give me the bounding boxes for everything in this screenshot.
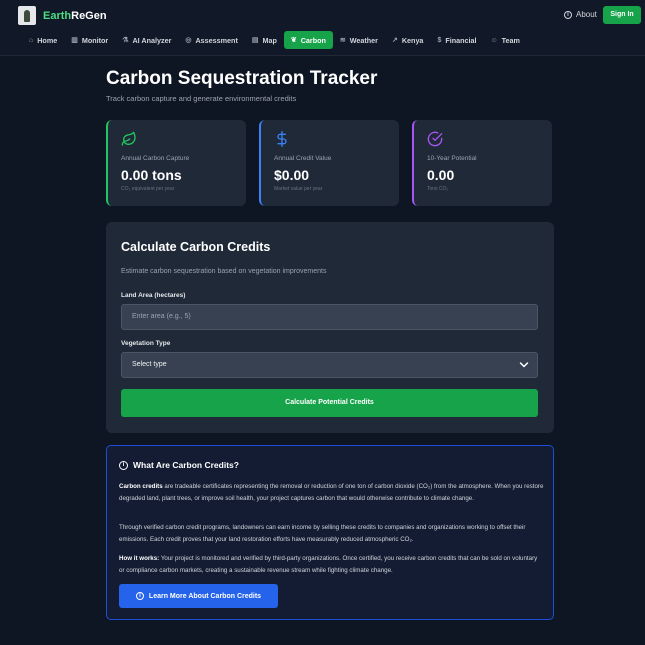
nav-label: Map: [262, 35, 277, 45]
calculate-credits-button[interactable]: Calculate Potential Credits: [121, 389, 538, 417]
info-icon: i: [564, 10, 572, 19]
page-title: Carbon Sequestration Tracker: [106, 68, 378, 89]
nav-item-weather[interactable]: ≋ Weather: [333, 31, 385, 49]
stat-card-ten-year-potential: 10-Year Potential 0.00 Tons CO₂: [412, 120, 552, 206]
nav-label: Weather: [349, 35, 378, 45]
nav-label: Assessment: [195, 35, 238, 45]
info-icon: i: [135, 592, 144, 600]
about-link[interactable]: i About: [564, 10, 597, 19]
wind-icon: ≋: [339, 37, 346, 44]
vegetation-type-value: Select type: [132, 361, 167, 368]
stat-label: 10-Year Potential: [427, 155, 477, 162]
calculator-title: Calculate Carbon Credits: [121, 240, 271, 254]
stat-sublabel: CO₂ equivalent per year: [121, 186, 175, 192]
calculator-card: Calculate Carbon Credits Estimate carbon…: [106, 222, 554, 433]
info-text: are tradeable certificates representing …: [119, 483, 544, 502]
nav-label: Team: [501, 35, 520, 45]
stat-value: 0.00 tons: [121, 167, 182, 183]
leaf-icon: [121, 131, 137, 151]
info-paragraph-1: Carbon credits are tradeable certificate…: [119, 481, 544, 504]
main-nav: ⌂ Home ▥ Monitor ⚗ AI Analyzer ◎ Assessm…: [22, 31, 527, 49]
info-text: Your project is monitored and verified b…: [119, 555, 538, 574]
chart-icon: ▥: [71, 37, 78, 44]
stat-label: Annual Carbon Capture: [121, 155, 190, 162]
stat-value: $0.00: [274, 167, 310, 183]
carbon-credits-info-panel: i What Are Carbon Credits? Carbon credit…: [106, 445, 554, 620]
check-circle-icon: ◎: [185, 37, 192, 44]
info-term: Carbon credits: [119, 483, 163, 490]
flask-icon: ⚗: [122, 37, 129, 44]
nav-item-home[interactable]: ⌂ Home: [22, 31, 64, 49]
stat-card-credit-value: Annual Credit Value $0.00 Market value p…: [259, 120, 399, 206]
land-area-label: Land Area (hectares): [121, 292, 186, 299]
nav-label: Kenya: [401, 35, 424, 45]
check-circle-icon: [427, 131, 443, 151]
nav-label: Carbon: [300, 35, 326, 45]
nav-item-ai-analyzer[interactable]: ⚗ AI Analyzer: [115, 31, 178, 49]
leaf-icon: ❦: [290, 37, 297, 44]
nav-label: AI Analyzer: [132, 35, 172, 45]
stat-value: 0.00: [427, 167, 455, 183]
nav-label: Monitor: [81, 35, 109, 45]
chevron-down-icon: [519, 362, 529, 368]
users-icon: ☺: [490, 36, 498, 44]
nav-label: Financial: [445, 35, 477, 45]
vegetation-type-label: Vegetation Type: [121, 340, 171, 347]
brand-part-regen: ReGen: [71, 10, 107, 22]
page-subtitle: Track carbon capture and generate enviro…: [106, 94, 297, 103]
nav-item-financial[interactable]: $ Financial: [430, 31, 483, 49]
map-icon: ▤: [251, 37, 259, 44]
calculator-description: Estimate carbon sequestration based on v…: [121, 268, 327, 275]
learn-more-button[interactable]: i Learn More About Carbon Credits: [119, 584, 278, 608]
info-text: Through verified carbon credit programs,…: [119, 524, 526, 543]
logo-icon[interactable]: [18, 6, 36, 25]
top-navbar: EarthReGen i About Sign In ⌂ Home ▥ Moni…: [0, 0, 645, 56]
nav-label: Home: [37, 35, 58, 45]
info-icon: i: [119, 460, 128, 470]
info-term: How it works:: [119, 555, 160, 562]
nav-item-kenya[interactable]: ↗ Kenya: [385, 31, 430, 49]
stat-sublabel: Tons CO₂: [427, 186, 449, 192]
brand-part-earth: Earth: [43, 10, 72, 22]
land-area-input[interactable]: Enter area (e.g., 5): [121, 304, 538, 330]
info-title: i What Are Carbon Credits?: [119, 460, 239, 470]
stat-card-carbon-capture: Annual Carbon Capture 0.00 tons CO₂ equi…: [106, 120, 246, 206]
dollar-icon: $: [437, 36, 442, 44]
sign-in-button[interactable]: Sign In: [603, 6, 641, 24]
info-paragraph-2: Through verified carbon credit programs,…: [119, 522, 544, 545]
nav-item-map[interactable]: ▤ Map: [245, 31, 284, 49]
info-title-text: What Are Carbon Credits?: [133, 460, 239, 470]
nav-item-monitor[interactable]: ▥ Monitor: [64, 31, 115, 49]
stat-sublabel: Market value per year: [274, 186, 323, 192]
nav-item-team[interactable]: ☺ Team: [484, 31, 527, 49]
vegetation-type-select[interactable]: Select type: [121, 352, 538, 378]
trend-icon: ↗: [391, 37, 398, 44]
stat-label: Annual Credit Value: [274, 155, 332, 162]
brand-name[interactable]: EarthReGen: [43, 10, 107, 22]
nav-item-carbon[interactable]: ❦ Carbon: [283, 31, 333, 49]
home-icon: ⌂: [29, 36, 34, 44]
about-label: About: [576, 10, 597, 19]
info-paragraph-3: How it works: Your project is monitored …: [119, 553, 544, 576]
learn-more-label: Learn More About Carbon Credits: [148, 592, 262, 600]
dollar-icon: [274, 131, 290, 151]
nav-item-assessment[interactable]: ◎ Assessment: [178, 31, 244, 49]
